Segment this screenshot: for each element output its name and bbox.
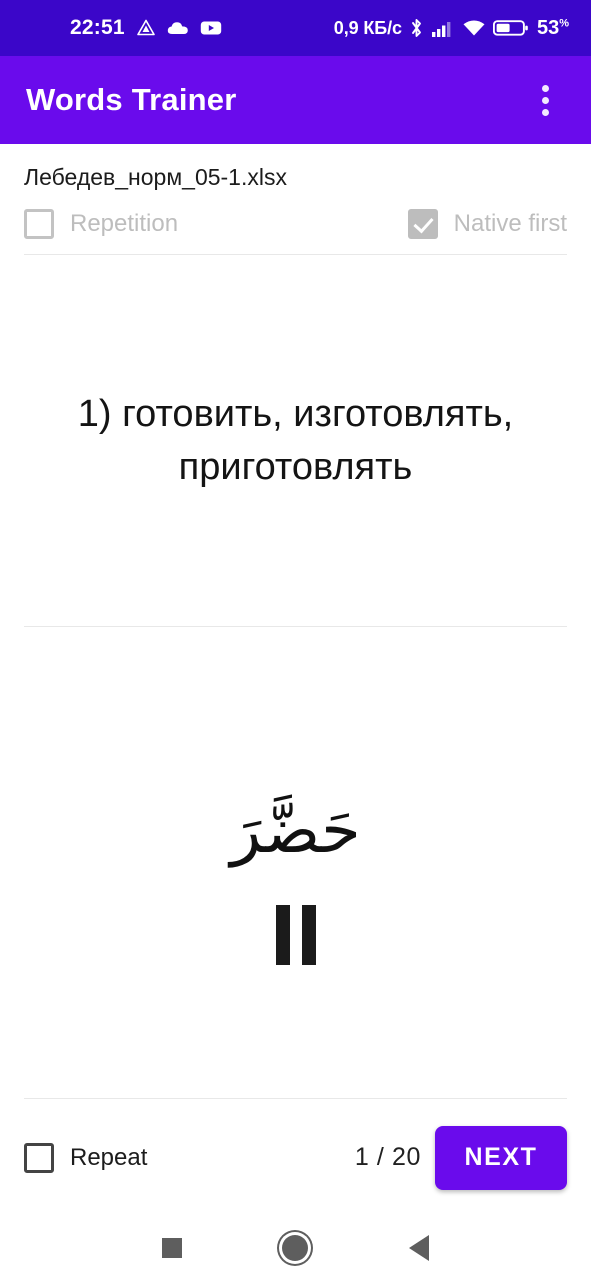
youtube-icon <box>200 20 222 36</box>
next-button[interactable]: NEXT <box>435 1125 567 1190</box>
wifi-icon <box>462 18 486 38</box>
battery-percent-symbol: % <box>559 16 569 29</box>
checkbox-repeat-label: Repeat <box>70 1143 148 1171</box>
progress-counter: 1 / 20 <box>354 1143 421 1172</box>
more-dot <box>541 108 549 116</box>
checkbox-native-first-box[interactable] <box>407 209 438 239</box>
checkbox-repetition[interactable]: Repetition <box>24 209 178 239</box>
battery-percent: 53% <box>537 17 569 40</box>
pause-bar <box>301 904 316 965</box>
foreign-word-panel[interactable]: حَضَّرَ <box>0 655 591 1098</box>
status-time: 22:51 <box>70 16 125 39</box>
status-bar: 22:51 0,9 КБ/с 53% <box>0 0 591 56</box>
triangle-drive-icon <box>136 18 156 38</box>
bluetooth-icon <box>409 17 424 39</box>
recents-shape <box>161 1238 182 1258</box>
signal-bars-icon <box>431 18 455 38</box>
cloud-icon <box>167 20 189 36</box>
checkbox-repetition-label: Repetition <box>70 210 179 237</box>
file-name-label: Лебедев_норм_05-1.xlsx <box>24 164 287 190</box>
checkbox-native-first-label: Native first <box>453 210 567 237</box>
data-speed-label: 0,9 КБ/с <box>333 17 402 38</box>
pause-bar <box>275 904 290 965</box>
battery-icon <box>492 18 529 38</box>
more-dot <box>541 96 549 104</box>
panel-gap <box>0 627 591 655</box>
triangle-back-icon[interactable] <box>394 1223 444 1273</box>
checkbox-repetition-box[interactable] <box>24 209 54 239</box>
native-word-text: 1) готовить, изготовлять, приготовлять <box>77 393 514 488</box>
system-navigation-bar <box>0 1216 591 1280</box>
bottom-bar: Repeat 1 / 20 NEXT <box>0 1099 591 1216</box>
status-bar-right: 0,9 КБ/с 53% <box>334 17 569 40</box>
options-row: Repetition Native first <box>0 194 591 254</box>
checkbox-repeat-box[interactable] <box>24 1142 54 1173</box>
circle-home-icon[interactable] <box>270 1223 320 1273</box>
foreign-word-text: حَضَّرَ <box>230 794 361 869</box>
status-bar-left: 22:51 <box>70 16 222 40</box>
square-recents-icon[interactable] <box>147 1223 197 1273</box>
home-shape <box>282 1235 309 1261</box>
main-content: Лебедев_норм_05-1.xlsx Repetition Native… <box>0 144 591 1216</box>
checkbox-repeat[interactable]: Repeat <box>24 1142 148 1173</box>
battery-percent-value: 53 <box>536 16 560 39</box>
back-shape <box>409 1235 430 1261</box>
more-dot <box>541 84 549 92</box>
more-vertical-icon[interactable] <box>525 77 565 123</box>
native-word-panel[interactable]: 1) готовить, изготовлять, приготовлять <box>0 255 591 626</box>
pause-icon[interactable] <box>275 904 316 965</box>
phone-screen: 22:51 0,9 КБ/с 53% Words Trainer Лебедев… <box>0 0 591 1280</box>
checkbox-native-first[interactable]: Native first <box>407 209 567 239</box>
app-bar: Words Trainer <box>0 56 591 144</box>
app-title: Words Trainer <box>26 82 237 117</box>
